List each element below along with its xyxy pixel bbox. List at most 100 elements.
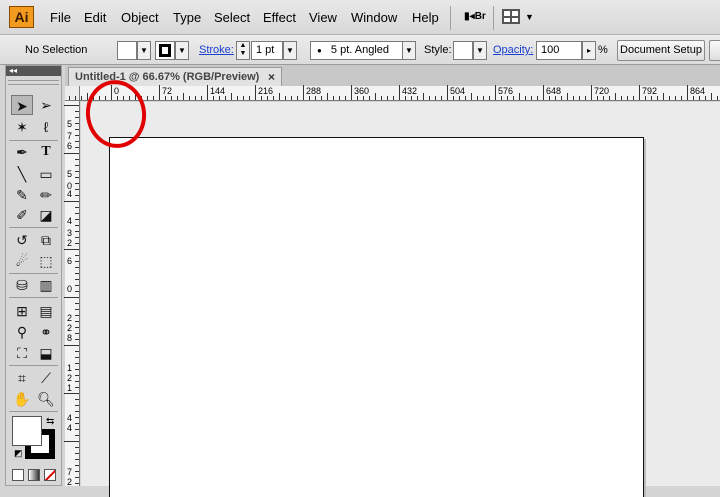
swap-fill-stroke-icon[interactable]: ⇆ xyxy=(46,416,54,427)
column-graph-tool-icon[interactable]: ▥ xyxy=(35,275,57,295)
eyedropper-tool-icon[interactable]: ⚲ xyxy=(11,322,33,342)
ruler-minor-tick xyxy=(75,369,79,370)
artboard-tool-icon[interactable]: ⌗ xyxy=(11,368,33,388)
preferences-button[interactable] xyxy=(709,40,720,61)
ruler-minor-tick xyxy=(75,309,79,310)
default-fill-stroke-icon[interactable]: ◩ xyxy=(14,448,23,459)
pencil-tool-icon[interactable]: ✏ xyxy=(35,185,57,205)
ruler-minor-tick xyxy=(675,96,676,100)
rotate-tool-icon[interactable]: ↺ xyxy=(11,230,33,250)
live-paint-selection-tool-icon[interactable]: ⬓ xyxy=(35,343,57,363)
type-tool-icon[interactable]: T xyxy=(35,142,57,162)
menu-effect[interactable]: Effect xyxy=(263,10,296,25)
stroke-weight-input[interactable]: 1 pt xyxy=(251,41,283,60)
control-bar: No Selection ▼ ▼ Stroke: ▲ ▼ 1 pt ▼ ● 5 p… xyxy=(0,35,720,65)
none-mode-icon[interactable] xyxy=(44,469,56,481)
style-dropdown-arrow[interactable]: ▼ xyxy=(473,41,487,60)
horizontal-ruler[interactable]: 0 72 144 216 288 360 432 504 576 648 720 792 864 xyxy=(69,85,720,101)
line-segment-tool-icon[interactable]: ╲ xyxy=(11,164,33,184)
collapse-icon[interactable]: ◂◂ xyxy=(9,66,17,75)
menu-window[interactable]: Window xyxy=(351,10,397,25)
menu-edit[interactable]: Edit xyxy=(84,10,106,25)
ruler-label: 432 xyxy=(402,86,418,96)
menu-view[interactable]: View xyxy=(309,10,337,25)
menu-object[interactable]: Object xyxy=(121,10,159,25)
graphic-style-swatch[interactable] xyxy=(453,41,473,60)
lasso-tool-icon[interactable]: ℓ xyxy=(35,117,57,137)
ruler-minor-tick xyxy=(64,201,79,202)
tools-panel-header[interactable]: ◂◂ xyxy=(6,66,61,76)
pen-tool-icon[interactable]: ✒ xyxy=(11,142,33,162)
stroke-link[interactable]: Stroke: xyxy=(199,44,234,56)
ruler-minor-tick xyxy=(249,96,250,100)
chevron-down-icon[interactable]: ▼ xyxy=(525,12,534,22)
rectangle-tool-icon[interactable]: ▭ xyxy=(35,164,57,184)
ruler-minor-tick xyxy=(75,135,79,136)
ruler-label: 2 xyxy=(67,238,73,248)
menu-select[interactable]: Select xyxy=(214,10,250,25)
brush-definition-field[interactable]: ● 5 pt. Angled xyxy=(310,41,404,60)
style-label: Style: xyxy=(424,44,452,56)
fill-color-swatch[interactable] xyxy=(117,41,137,60)
stroke-dropdown-arrow[interactable]: ▼ xyxy=(175,41,189,60)
ruler-origin[interactable] xyxy=(65,86,80,101)
warp-tool-icon[interactable]: ☄ xyxy=(11,251,33,271)
fill-swatch[interactable] xyxy=(12,416,42,446)
slice-tool-icon[interactable]: ⟋ xyxy=(35,368,57,388)
zoom-tool-icon[interactable]: 🔍︎ xyxy=(35,389,57,409)
selection-tool-icon[interactable]: ➤ xyxy=(11,95,33,115)
stroke-color-swatch[interactable] xyxy=(155,41,175,60)
vertical-ruler[interactable]: 576504432602281214472 xyxy=(64,101,80,487)
menu-file[interactable]: File xyxy=(50,10,71,25)
symbol-sprayer-tool-icon[interactable]: ⛁ xyxy=(11,275,33,295)
color-mode-icon[interactable] xyxy=(12,469,24,481)
ruler-minor-tick xyxy=(213,96,214,100)
stroke-weight-dropdown[interactable]: ▼ xyxy=(283,41,297,60)
menu-type[interactable]: Type xyxy=(173,10,201,25)
scale-tool-icon[interactable]: ⧉ xyxy=(35,230,57,250)
menu-help[interactable]: Help xyxy=(412,10,439,25)
ruler-minor-tick xyxy=(453,96,454,100)
bridge-label: Br xyxy=(474,11,486,22)
bridge-icon[interactable]: ▮◂Br xyxy=(464,8,486,26)
fill-dropdown-arrow[interactable]: ▼ xyxy=(137,41,151,60)
ruler-label: 2 xyxy=(67,313,73,323)
ruler-minor-tick xyxy=(651,96,652,100)
ruler-major-tick xyxy=(687,85,688,100)
mesh-tool-icon[interactable]: ⊞ xyxy=(11,301,33,321)
menu-divider xyxy=(493,6,494,30)
document-setup-button[interactable]: Document Setup xyxy=(617,40,705,61)
ruler-minor-tick xyxy=(363,96,364,100)
eraser-tool-icon[interactable]: ◪ xyxy=(35,205,57,225)
tools-panel-grip[interactable] xyxy=(8,80,59,85)
brush-dropdown-arrow[interactable]: ▼ xyxy=(402,41,416,60)
gradient-tool-icon[interactable]: ▤ xyxy=(35,301,57,321)
live-paint-bucket-tool-icon[interactable]: ⛶ xyxy=(11,343,33,363)
ruler-minor-tick xyxy=(561,96,562,100)
ruler-minor-tick xyxy=(75,339,79,340)
hand-tool-icon[interactable]: ✋ xyxy=(11,389,33,409)
opacity-link[interactable]: Opacity: xyxy=(493,44,533,56)
direct-selection-tool-icon[interactable]: ➢ xyxy=(35,95,57,115)
ruler-minor-tick xyxy=(64,153,79,154)
ruler-label: 216 xyxy=(258,86,274,96)
opacity-input[interactable]: 100 xyxy=(536,41,582,60)
ruler-minor-tick xyxy=(64,441,79,442)
blend-tool-icon[interactable]: ⚭ xyxy=(35,322,57,342)
ruler-minor-tick xyxy=(75,225,79,226)
stroke-weight-stepper[interactable]: ▲ ▼ xyxy=(236,41,250,60)
blob-brush-tool-icon[interactable]: ✐ xyxy=(11,205,33,225)
artboard[interactable] xyxy=(109,137,644,497)
arrange-documents-icon[interactable] xyxy=(502,9,520,24)
ruler-label: 6 xyxy=(67,141,73,151)
canvas-area[interactable] xyxy=(81,102,720,497)
gradient-mode-icon[interactable] xyxy=(28,469,40,481)
opacity-arrow[interactable]: ▸ xyxy=(582,41,596,60)
ruler-label: 2 xyxy=(67,373,73,383)
ruler-minor-tick xyxy=(201,96,202,100)
free-transform-tool-icon[interactable]: ⬚ xyxy=(35,251,57,271)
paintbrush-tool-icon[interactable]: ✎ xyxy=(11,185,33,205)
close-icon[interactable]: × xyxy=(268,70,275,84)
magic-wand-tool-icon[interactable]: ✶ xyxy=(11,117,33,137)
ruler-minor-tick xyxy=(75,363,79,364)
